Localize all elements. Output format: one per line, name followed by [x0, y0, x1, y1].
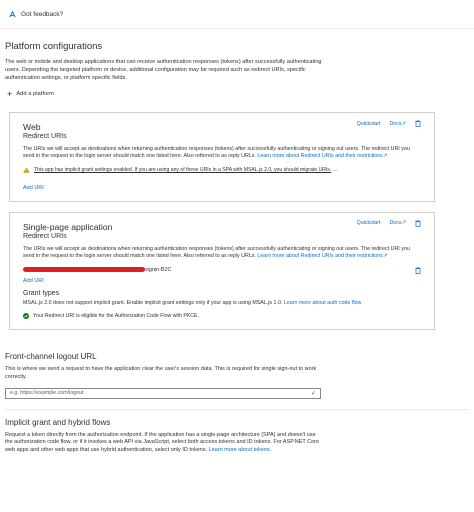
front-channel-logout-description: This is where we send a request to have …: [5, 366, 317, 380]
spa-quickstart-link[interactable]: Quickstart: [357, 220, 381, 226]
add-platform-button[interactable]: + Add a platform: [7, 89, 469, 99]
add-platform-label: Add a platform: [16, 91, 54, 97]
external-link-icon: ↗: [382, 153, 388, 160]
success-icon: [23, 313, 29, 320]
spa-redirect-heading: Redirect URIs: [23, 232, 67, 240]
feedback-link[interactable]: Got feedback?: [21, 11, 63, 18]
platform-configurations-description: The web or mobile and desktop applicatio…: [5, 59, 322, 81]
warning-text[interactable]: This app has implicit grant settings ena…: [34, 167, 331, 173]
external-link-icon: ↗: [401, 220, 406, 227]
platform-configurations-title: Platform configurations: [5, 41, 103, 52]
web-card-title: Web: [23, 122, 41, 132]
feedback-bar: Got feedback?: [0, 0, 474, 29]
spa-redirect-uri-row: signin-B2C: [23, 266, 421, 274]
redirect-uri-suffix: signin-B2C: [145, 267, 172, 274]
spa-learn-more-link[interactable]: Learn more about Redirect URIs and their…: [257, 253, 382, 259]
web-add-uri-button[interactable]: Add URI: [23, 185, 421, 191]
web-redirect-description: The URIs we will accept as destinations …: [23, 146, 421, 161]
warning-icon: [23, 167, 30, 173]
web-docs-link[interactable]: Docs↗: [389, 121, 406, 127]
arrow-right-icon[interactable]: →: [331, 167, 338, 173]
check-icon: ✓: [310, 390, 316, 397]
grant-types-heading: Grant types: [23, 289, 60, 297]
pkce-note: Your Redirect URI is eligible for the Au…: [33, 313, 199, 320]
feedback-icon[interactable]: [8, 10, 17, 19]
implicit-grant-section: Implicit grant and hybrid flows Request …: [5, 418, 469, 455]
spa-add-uri-button[interactable]: Add URI: [23, 278, 421, 284]
redirect-uri-value[interactable]: signin-B2C: [23, 267, 171, 273]
logout-url-placeholder: e.g. https://example.com/logout: [10, 390, 84, 397]
spa-redirect-description: The URIs we will accept as destinations …: [23, 246, 421, 261]
implicit-grant-title: Implicit grant and hybrid flows: [5, 417, 111, 427]
web-quickstart-link[interactable]: Quickstart: [357, 121, 381, 127]
pkce-status: Your Redirect URI is eligible for the Au…: [23, 313, 421, 320]
divider: [5, 408, 469, 410]
implicit-grant-warning: This app has implicit grant settings ena…: [23, 167, 421, 173]
front-channel-logout-title: Front-channel logout URL: [5, 352, 97, 362]
tokens-learn-more-link[interactable]: Learn more about tokens.: [209, 447, 272, 453]
web-redirect-heading: Redirect URIs: [23, 133, 67, 140]
external-link-icon: ↗: [401, 120, 406, 127]
implicit-grant-description: Request a token directly from the author…: [5, 432, 323, 455]
front-channel-logout-section: Front-channel logout URL This is where w…: [5, 352, 469, 399]
delete-icon[interactable]: [415, 120, 421, 127]
external-link-icon: ↗: [382, 253, 388, 260]
delete-uri-icon[interactable]: [415, 266, 421, 274]
plus-icon: +: [7, 89, 13, 99]
logout-url-input[interactable]: e.g. https://example.com/logout ✓: [5, 387, 321, 399]
redaction-mark: [23, 267, 145, 273]
spa-docs-label: Docs: [389, 220, 402, 227]
spa-platform-card: Single-page application Redirect URIs Qu…: [9, 211, 435, 331]
spa-docs-link[interactable]: Docs↗: [389, 220, 406, 226]
grant-types-text: MSAL.js 2.0 does not support implicit gr…: [23, 299, 283, 306]
delete-icon[interactable]: [415, 219, 421, 227]
auth-code-flow-link[interactable]: Learn more about auth code flow: [284, 300, 361, 306]
spa-card-title: Single-page application: [23, 221, 113, 232]
implicit-grant-text: Request a token directly from the author…: [5, 431, 320, 454]
web-platform-card: Web Redirect URIs Quickstart Docs↗ The U…: [9, 112, 435, 202]
web-docs-label: Docs: [389, 120, 402, 127]
web-learn-more-link[interactable]: Learn more about Redirect URIs and their…: [257, 153, 382, 159]
grant-types-description: MSAL.js 2.0 does not support implicit gr…: [23, 300, 421, 307]
